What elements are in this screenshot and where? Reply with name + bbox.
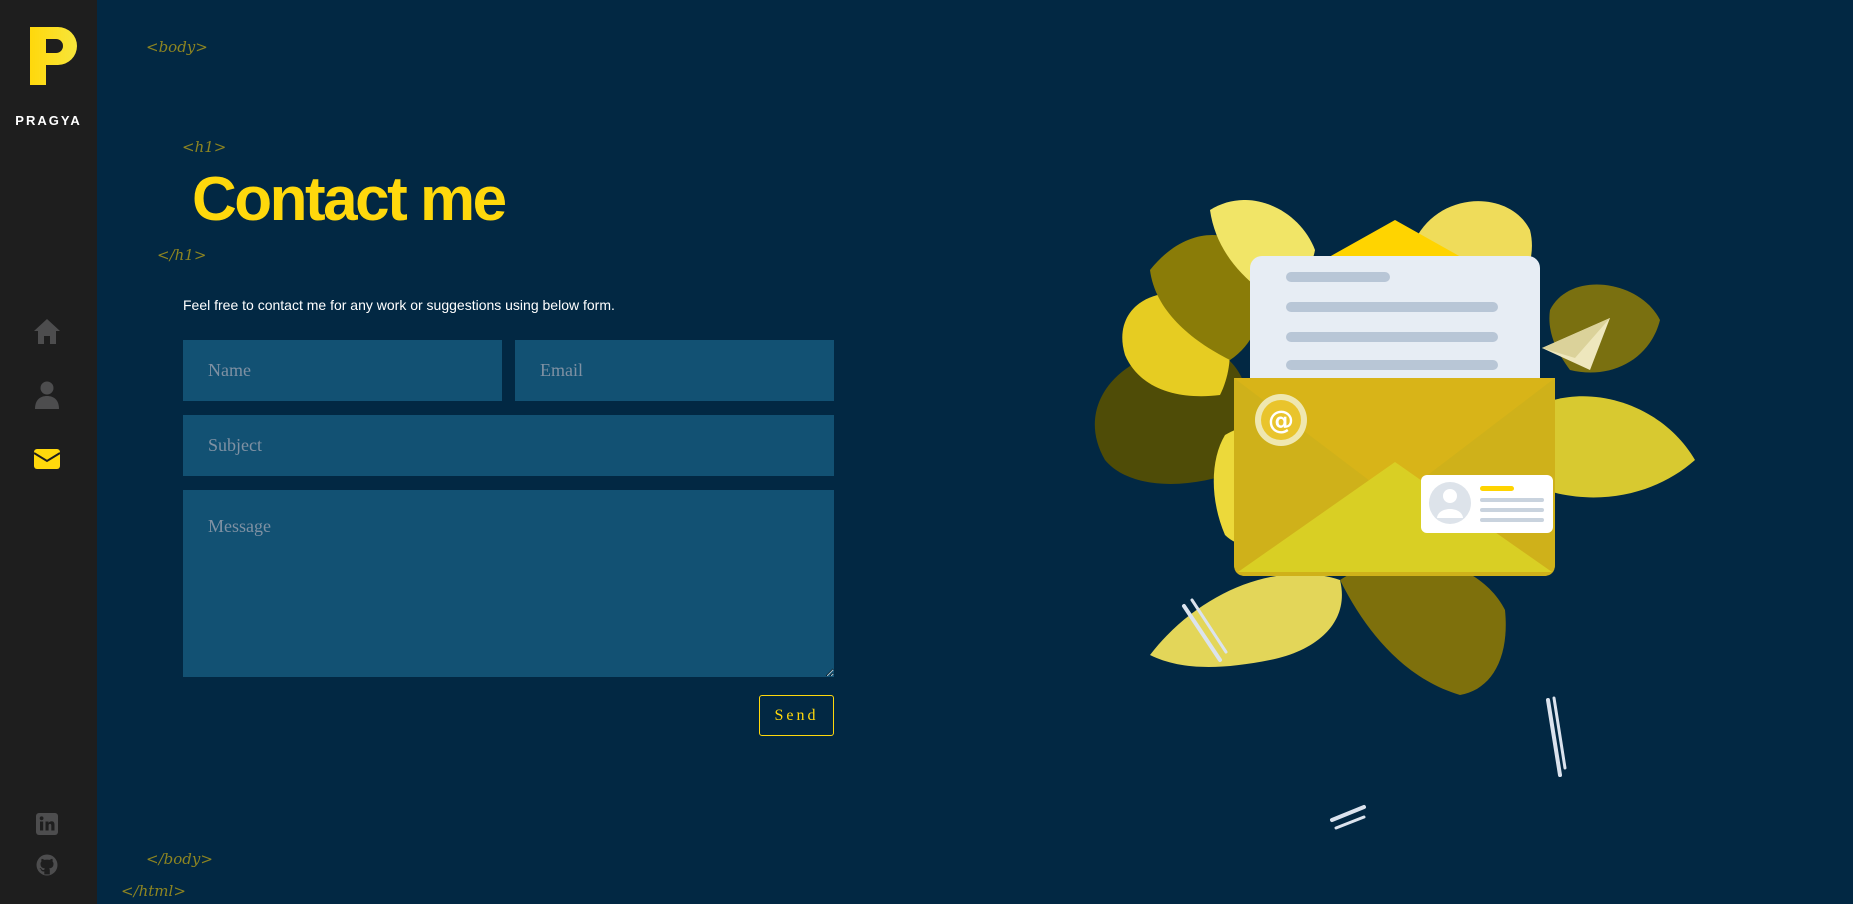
user-icon[interactable] [32,380,62,410]
intro-text: Feel free to contact me for any work or … [183,297,615,313]
page-title: Contact me [192,165,507,234]
linkedin-icon[interactable] [36,813,58,835]
html-close-tag: </html> [121,882,186,900]
home-icon[interactable] [32,316,62,346]
envelope-illustration: @ [1094,200,1695,830]
svg-text:@: @ [1268,406,1294,436]
envelope-icon[interactable] [32,444,62,474]
subject-input[interactable] [183,415,834,476]
name-input[interactable] [183,340,502,401]
sidebar: P PRAGYA [0,0,97,904]
h1-close-tag: </h1> [157,246,207,264]
logo-name: PRAGYA [15,113,82,128]
h1-open-tag: <h1> [182,138,227,156]
message-textarea[interactable] [183,490,834,677]
logo[interactable]: P [30,27,80,85]
body-close-tag: </body> [146,850,213,868]
body-open-tag: <body> [146,38,208,56]
send-button[interactable]: Send [759,695,834,736]
github-icon[interactable] [36,854,58,876]
email-input[interactable] [515,340,834,401]
